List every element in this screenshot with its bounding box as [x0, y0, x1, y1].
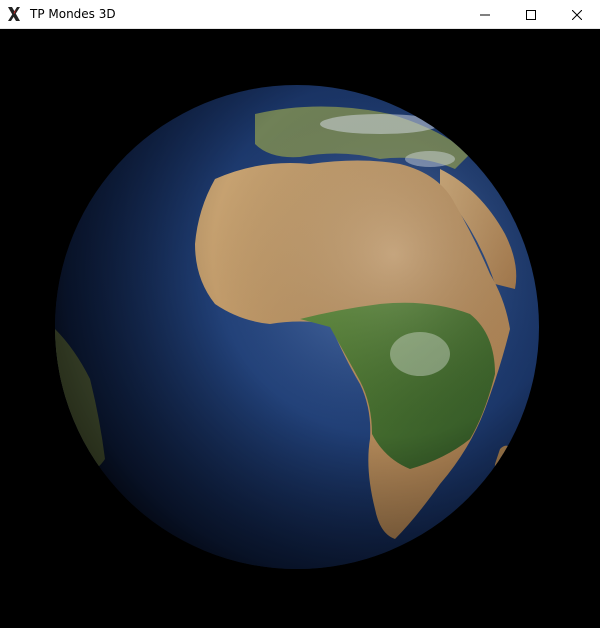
maximize-icon	[526, 9, 536, 20]
title-bar[interactable]: TP Mondes 3D	[0, 0, 600, 29]
close-icon	[572, 9, 582, 20]
earth-globe	[55, 85, 539, 569]
x-window-system-icon	[6, 6, 22, 22]
globe-shading	[55, 85, 539, 569]
window-controls	[462, 0, 600, 29]
maximize-button[interactable]	[508, 0, 554, 29]
application-window: TP Mondes 3D	[0, 0, 600, 628]
minimize-button[interactable]	[462, 0, 508, 29]
minimize-icon	[480, 10, 490, 20]
render-viewport[interactable]	[0, 29, 600, 628]
window-title: TP Mondes 3D	[30, 7, 116, 21]
close-button[interactable]	[554, 0, 600, 29]
